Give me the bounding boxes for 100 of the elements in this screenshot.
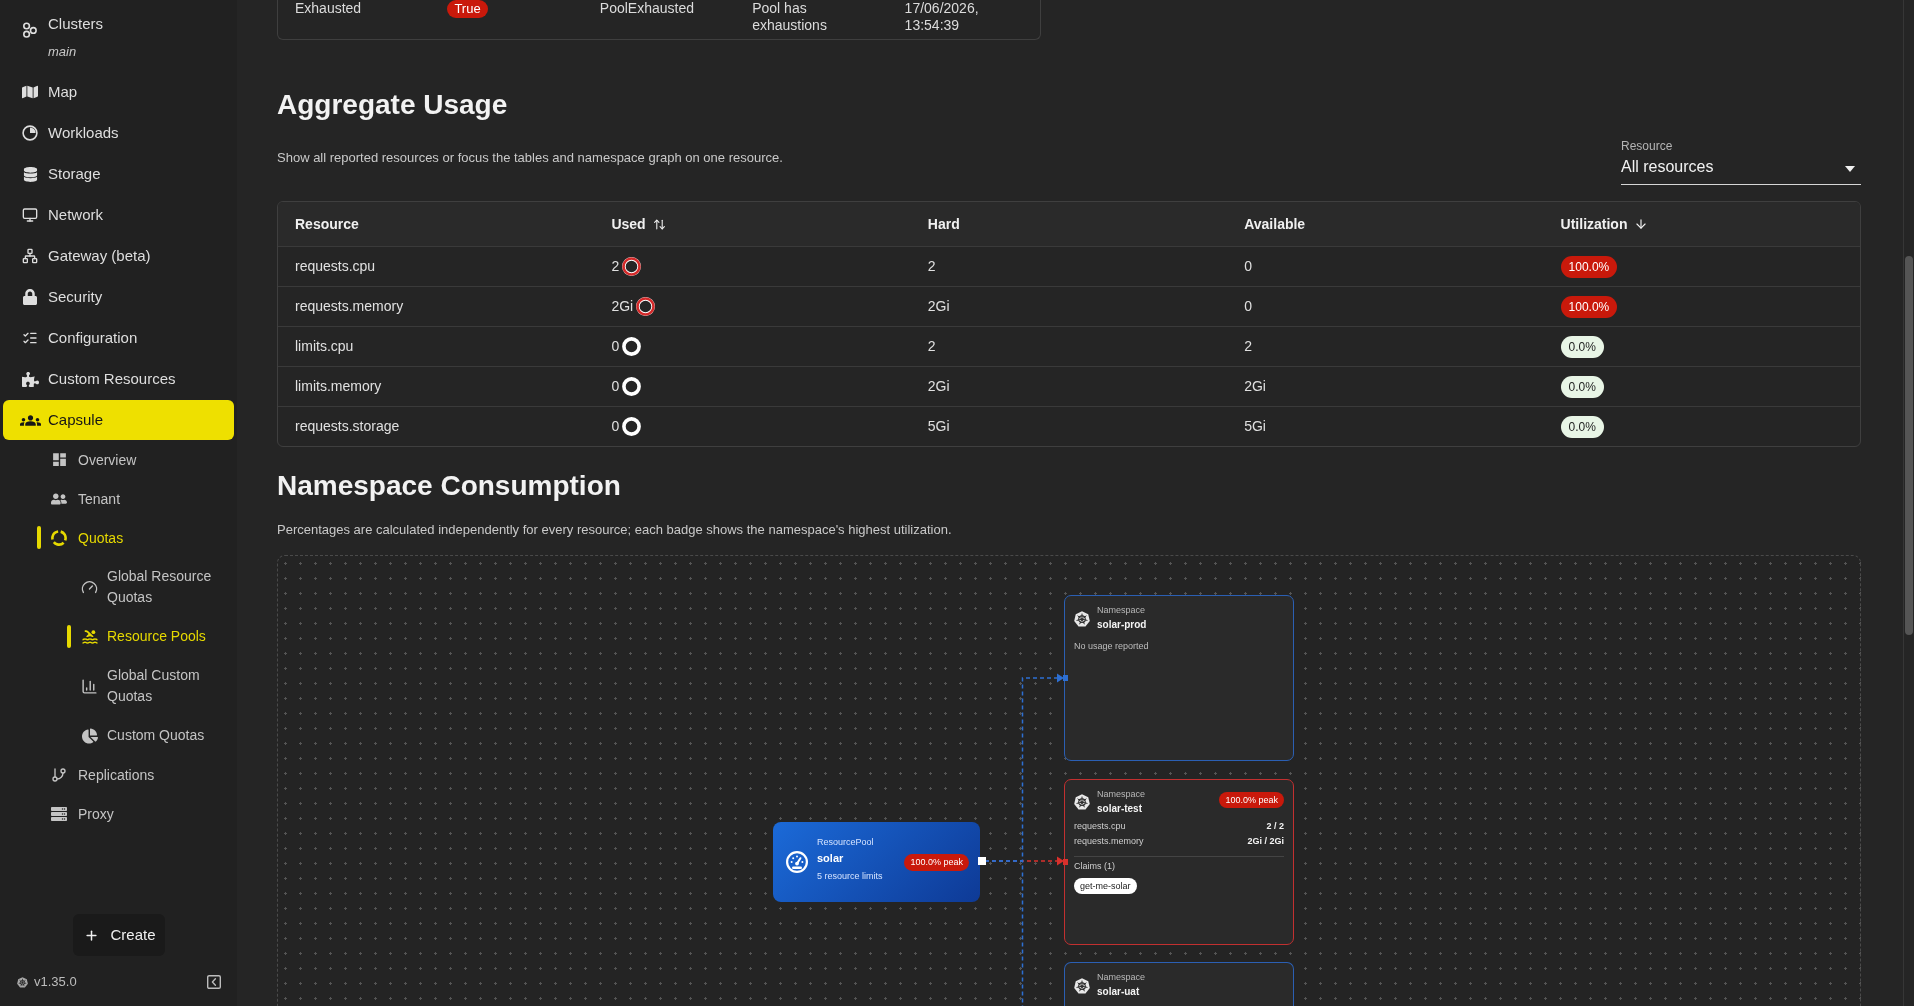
wheel-icon <box>17 976 28 988</box>
sidebar-item[interactable]: Workloads <box>3 113 234 153</box>
sidebar-item[interactable]: Gateway (beta) <box>3 236 234 276</box>
table-cell-text: requests.cpu <box>294 257 377 276</box>
sidebar-item[interactable]: Network <box>3 195 234 235</box>
claims-label: Claims (1) <box>1074 859 1116 873</box>
circles-icon <box>22 22 38 38</box>
sidebar-item[interactable]: Map <box>3 72 234 112</box>
node-name: solar-prod <box>1097 618 1147 632</box>
sidebar-item[interactable]: Capsule <box>3 400 234 440</box>
table-cell-text: 2Gi <box>1243 377 1267 396</box>
used-value: 2Gi <box>611 297 634 316</box>
table-cell-text: limits.cpu <box>294 337 355 356</box>
resource-pool-node[interactable]: ResourcePool solar 5 resource limits 100.0% peak <box>773 822 980 902</box>
table-cell-text: requests.memory <box>294 297 405 316</box>
table-cell-text: 0 <box>1243 257 1253 276</box>
scrollbar-thumb[interactable] <box>1905 256 1913 635</box>
branch-icon <box>51 766 67 783</box>
wheel-icon <box>1074 794 1090 810</box>
table-cell-text: 2 <box>1243 337 1253 356</box>
column-header: Hard <box>926 214 961 234</box>
target-handle[interactable] <box>1063 675 1068 681</box>
node-type-label: Namespace <box>1097 604 1146 617</box>
node-type-label: ResourcePool <box>817 835 874 849</box>
wheel-icon <box>1074 610 1090 627</box>
bar-chart-icon <box>81 677 98 695</box>
source-handle[interactable] <box>978 857 986 865</box>
table-cell-text: 5Gi <box>926 417 951 436</box>
table-cell-text: Exhausted <box>294 0 363 18</box>
node-note: No usage reported <box>1074 640 1150 653</box>
utilization-badge: 0.0% <box>1560 375 1604 398</box>
used-value: 0 <box>611 337 620 356</box>
pool-icon <box>80 627 99 646</box>
plus-icon <box>83 927 99 943</box>
sidebar-item[interactable]: Global Resource Quotas <box>81 557 225 617</box>
checklist-icon <box>22 330 38 346</box>
collapse-sidebar-icon[interactable] <box>207 975 221 989</box>
section-description: Percentages are calculated independently for every resource; each badge shows the namespace's highest utilization. <box>277 521 953 539</box>
peak-badge: 100.0% peak <box>1219 791 1284 808</box>
sidebar-item[interactable]: Global Custom Quotas <box>81 656 225 716</box>
sidebar-item[interactable]: Overview <box>51 449 137 470</box>
usage-value: 2Gi / 2Gi <box>1247 834 1284 848</box>
target-handle[interactable] <box>1063 858 1068 865</box>
sidebar-item[interactable]: Custom Quotas <box>81 716 205 755</box>
column-header: Resource <box>294 214 360 234</box>
database-icon <box>22 166 38 182</box>
table-cell-text: 17/06/2026, 13:54:39 <box>904 0 980 34</box>
pie-chart-icon <box>81 727 98 744</box>
section-title: Aggregate Usage <box>277 88 509 122</box>
node-name: solar-test <box>1097 801 1142 816</box>
sidebar-item[interactable]: Replications <box>51 764 155 785</box>
table-cell-text: 2Gi <box>926 377 951 396</box>
table-cell-text: limits.memory <box>294 377 383 396</box>
used-value: 0 <box>611 377 620 396</box>
monitor-icon <box>22 207 38 223</box>
column-header[interactable]: Utilization <box>1543 213 1860 235</box>
table-cell-text: 0 <box>1243 297 1253 316</box>
namespace-node[interactable]: Namespace solar-uat <box>1064 962 1294 1006</box>
caret-down-icon <box>1845 166 1855 172</box>
column-header[interactable]: Used <box>594 213 911 235</box>
used-value: 2 <box>611 257 620 276</box>
pie-timer-icon <box>22 125 38 141</box>
namespace-node[interactable]: Namespace solar-prod No usage reported <box>1064 595 1294 761</box>
active-indicator <box>67 625 71 648</box>
map-icon <box>22 84 38 100</box>
resource-select[interactable]: All resources <box>1621 154 1861 185</box>
sidebar-item[interactable]: Resource Pools <box>81 617 206 656</box>
sidebar-item[interactable]: Proxy <box>51 803 114 824</box>
create-button[interactable]: Create <box>72 914 165 956</box>
puzzle-icon <box>21 370 39 388</box>
utilization-badge: 100.0% <box>1560 295 1618 318</box>
claim-chip[interactable]: get-me-solar <box>1074 877 1137 894</box>
sidebar-item[interactable]: Custom Resources <box>3 359 234 399</box>
sort-icon <box>652 217 666 231</box>
version-label: v1.35.0 <box>34 973 77 992</box>
sidebar-item[interactable]: Tenant <box>51 488 121 509</box>
sidebar-item[interactable]: Security <box>3 277 234 317</box>
section-description: Show all reported resources or focus the tables and namespace graph on one resource. <box>277 149 783 167</box>
sidebar-item[interactable]: Clusters <box>48 14 103 34</box>
section-title: Namespace Consumption <box>277 469 622 503</box>
table-cell-text: 2Gi <box>926 297 951 316</box>
cluster-name: main <box>48 43 77 61</box>
namespace-node[interactable]: Namespace solar-test 100.0% peak requests.cpu 2 / 2 requests.memory 2Gi / 2Gi Claims (1) get-me-solar <box>1064 778 1294 945</box>
used-value: 0 <box>611 417 620 436</box>
node-type-label: Namespace <box>1097 971 1146 984</box>
table-cell-text: 5Gi <box>1243 417 1267 436</box>
sidebar-item[interactable]: Storage <box>3 154 234 194</box>
table-cell-text: 2 <box>926 337 937 356</box>
wheel-icon <box>1074 977 1090 994</box>
table-cell-text: 2 <box>926 257 937 276</box>
sidebar-item[interactable]: Quotas <box>51 527 124 548</box>
lock-icon <box>22 289 38 305</box>
utilization-badge: 100.0% <box>1560 255 1618 278</box>
peak-badge: 100.0% peak <box>904 853 969 871</box>
status-badge: True <box>447 0 488 18</box>
server-icon <box>51 805 67 822</box>
sidebar-item[interactable]: Configuration <box>3 318 234 358</box>
node-subtitle: 5 resource limits <box>817 869 883 883</box>
table-cell-text: requests.storage <box>294 417 401 436</box>
gauge-icon <box>786 851 808 873</box>
